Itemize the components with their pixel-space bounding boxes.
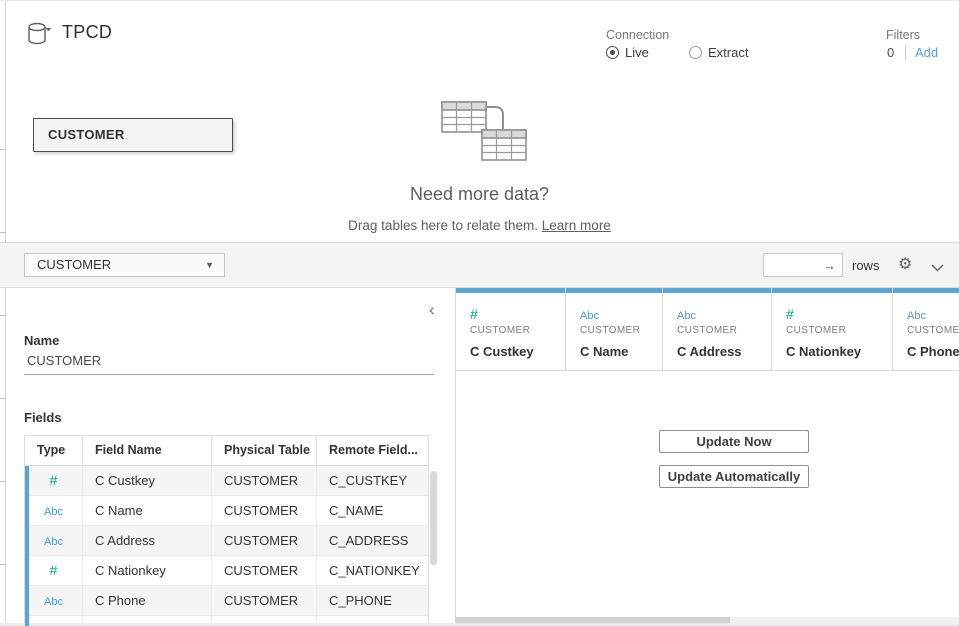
filters-label: Filters xyxy=(886,28,920,42)
splitter-tick xyxy=(0,149,6,150)
column-field-label: C Name xyxy=(580,344,662,359)
column-table-label: CUSTOMER xyxy=(580,325,662,336)
fields-table-scrollbar[interactable] xyxy=(430,471,437,565)
datagrid-toolbar: CUSTOMER ▼ → rows ⚙ xyxy=(0,242,959,288)
connection-label: Connection xyxy=(606,28,669,42)
drag-tables-text: Drag tables here to relate them. xyxy=(348,218,542,233)
drag-tables-hint: Drag tables here to relate them. Learn m… xyxy=(0,218,959,233)
radio-live-label: Live xyxy=(625,45,649,60)
left-pane-splitter[interactable] xyxy=(0,1,6,626)
radio-live[interactable]: Live xyxy=(606,45,649,60)
grid-column-header[interactable]: Abc CUSTOMER C Name xyxy=(566,288,663,370)
physical-table-cell: CUSTOMER xyxy=(212,496,317,525)
table-select-value: CUSTOMER xyxy=(37,257,111,272)
column-table-label: CUSTOMER xyxy=(907,325,959,336)
table-row[interactable]: Abc C Name CUSTOMER C_NAME xyxy=(25,496,428,526)
update-automatically-button[interactable]: Update Automatically xyxy=(659,465,809,488)
field-name-cell: C Name xyxy=(83,496,212,525)
splitter-tick xyxy=(0,398,6,399)
physical-table-cell: CUSTOMER xyxy=(212,526,317,555)
radio-live-circle[interactable] xyxy=(606,46,619,59)
chevron-down-icon[interactable] xyxy=(931,259,944,277)
grid-column-header[interactable]: # CUSTOMER C Nationkey xyxy=(772,288,893,370)
column-type-icon: Abc xyxy=(907,310,926,322)
name-label: Name xyxy=(24,333,59,348)
table-row[interactable]: # C Nationkey CUSTOMER C_NATIONKEY xyxy=(25,556,428,586)
column-field-label: C Custkey xyxy=(470,344,565,359)
column-type-icon: Abc xyxy=(580,310,599,322)
splitter-tick xyxy=(0,315,6,316)
field-type-icon: # xyxy=(50,562,58,578)
col-header-remote-field[interactable]: Remote Field... xyxy=(317,436,428,465)
grid-column-header[interactable]: Abc CUSTOMER C Address xyxy=(663,288,772,370)
column-field-label: C Address xyxy=(677,344,771,359)
remote-field-cell: C_CUSTKEY xyxy=(317,466,428,495)
table-row[interactable]: Abc C Address CUSTOMER C_ADDRESS xyxy=(25,526,428,556)
physical-table-cell: CUSTOMER xyxy=(212,556,317,585)
column-field-label: C Phone xyxy=(907,344,959,359)
table-row[interactable]: Abc C Phone CUSTOMER C_PHONE xyxy=(25,586,428,616)
field-type-icon: Abc xyxy=(44,506,63,518)
column-table-label: CUSTOMER xyxy=(470,325,565,336)
data-preview-grid: # CUSTOMER C Custkey Abc CUSTOMER C Name… xyxy=(455,288,959,619)
rows-label: rows xyxy=(852,258,879,273)
fields-table: Type Field Name Physical Table Remote Fi… xyxy=(24,435,429,626)
field-type-icon: Abc xyxy=(44,596,63,608)
remote-field-cell: C_NATIONKEY xyxy=(317,556,428,585)
need-more-data-heading: Need more data? xyxy=(0,184,959,205)
column-type-icon: Abc xyxy=(677,310,696,322)
field-name-cell: C Nationkey xyxy=(83,556,212,585)
fields-table-header: Type Field Name Physical Table Remote Fi… xyxy=(25,436,428,466)
col-header-physical-table[interactable]: Physical Table xyxy=(212,436,317,465)
grid-column-header[interactable]: # CUSTOMER C Custkey xyxy=(456,288,566,370)
filters-count: 0 xyxy=(887,45,894,60)
fields-table-body: # C Custkey CUSTOMER C_CUSTKEY Abc C Nam… xyxy=(25,466,428,616)
remote-field-cell: C_ADDRESS xyxy=(317,526,428,555)
splitter-tick xyxy=(0,481,6,482)
grid-column-header[interactable]: Abc CUSTOMER C Phone xyxy=(893,288,959,370)
field-name-cell: C Phone xyxy=(83,586,212,615)
col-header-type[interactable]: Type xyxy=(25,436,83,465)
radio-extract[interactable]: Extract xyxy=(689,45,748,60)
datasource-database-icon[interactable] xyxy=(27,22,61,46)
update-now-button[interactable]: Update Now xyxy=(659,430,809,453)
column-table-label: CUSTOMER xyxy=(786,325,892,336)
splitter-tick xyxy=(0,564,6,565)
dropdown-caret-icon: ▼ xyxy=(205,254,214,276)
field-name-cell: C Address xyxy=(83,526,212,555)
column-table-label: CUSTOMER xyxy=(677,325,771,336)
datasource-title: TPCD xyxy=(62,22,112,43)
grid-header-row: # CUSTOMER C Custkey Abc CUSTOMER C Name… xyxy=(456,288,959,371)
field-type-icon: Abc xyxy=(44,536,63,548)
radio-extract-label: Extract xyxy=(708,45,748,60)
table-select-dropdown[interactable]: CUSTOMER ▼ xyxy=(24,253,225,277)
physical-table-cell: CUSTOMER xyxy=(212,466,317,495)
filters-divider xyxy=(905,45,906,60)
fields-label: Fields xyxy=(24,410,62,425)
remote-field-cell: C_PHONE xyxy=(317,586,428,615)
relate-tables-icon xyxy=(436,96,531,171)
rows-count-input[interactable]: → xyxy=(763,253,843,277)
canvas-table-customer[interactable]: CUSTOMER xyxy=(33,118,233,152)
table-row[interactable]: # C Custkey CUSTOMER C_CUSTKEY xyxy=(25,466,428,496)
col-header-field-name[interactable]: Field Name xyxy=(83,436,212,465)
filters-add-link[interactable]: Add xyxy=(915,45,938,60)
remote-field-cell: C_NAME xyxy=(317,496,428,525)
column-field-label: C Nationkey xyxy=(786,344,892,359)
radio-extract-circle[interactable] xyxy=(689,46,702,59)
learn-more-link[interactable]: Learn more xyxy=(542,218,611,233)
field-type-icon: # xyxy=(50,472,58,488)
column-type-icon: # xyxy=(786,306,794,322)
physical-table-cell: CUSTOMER xyxy=(212,586,317,615)
table-name-input[interactable]: CUSTOMER xyxy=(24,353,434,375)
gear-icon[interactable]: ⚙ xyxy=(898,254,912,274)
column-type-icon: # xyxy=(470,306,478,322)
field-name-cell: C Custkey xyxy=(83,466,212,495)
tableau-datasource-page: TPCD Connection Live Extract Filters 0 A… xyxy=(0,0,959,626)
collapse-panel-icon[interactable]: ‹ xyxy=(429,301,435,318)
go-arrow-icon: → xyxy=(823,255,836,276)
